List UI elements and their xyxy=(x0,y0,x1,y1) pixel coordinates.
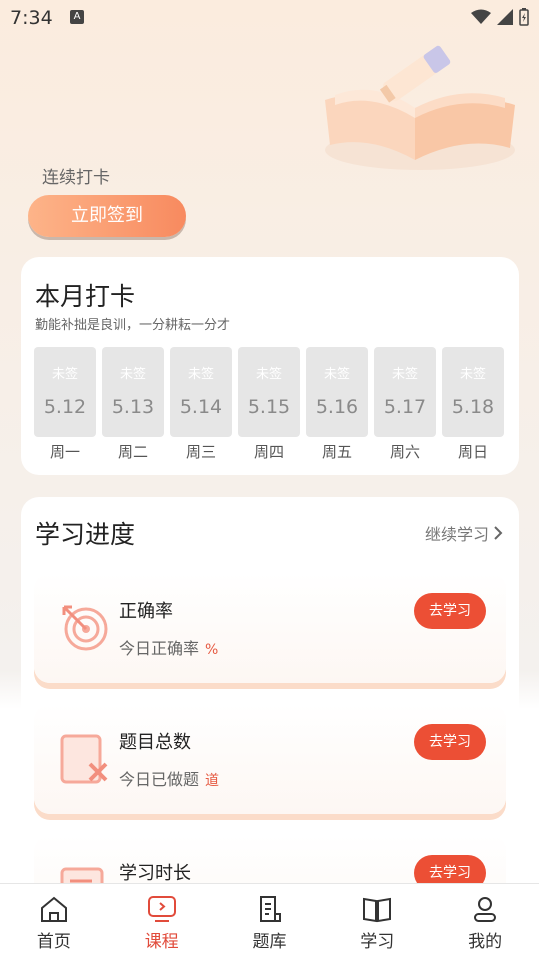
progress-item-accuracy: 正确率 今日正确率% 去学习 xyxy=(34,573,506,683)
progress-item-question-count: 题目总数 今日已做题道 去学习 xyxy=(34,704,506,814)
day-status: 未签 xyxy=(119,367,146,382)
tab-label: 我的 xyxy=(468,932,503,952)
study-progress-card: 学习进度 继续学习 正确率 今日正确率% 去学习 题目总数 今日已做题道 去学习… xyxy=(21,497,519,945)
checkin-motto: 勤能补拙是良训，一分耕耘一分才 xyxy=(35,318,231,333)
tab-home[interactable]: 首页 xyxy=(0,884,108,959)
item-unit: % xyxy=(205,642,219,658)
item-desc: 今日正确率% xyxy=(119,639,219,658)
signal-icon xyxy=(497,9,513,25)
target-icon xyxy=(62,605,108,651)
progress-title: 学习进度 xyxy=(35,520,136,549)
status-icons xyxy=(471,8,529,26)
notification-a-icon: A xyxy=(70,10,84,24)
day-weekday: 周日 xyxy=(457,443,488,461)
tab-label: 课程 xyxy=(144,932,179,952)
day-cell[interactable]: 未签 5.12 周一 xyxy=(34,347,96,462)
item-name: 学习时长 xyxy=(119,863,191,884)
status-time: 7:34 xyxy=(10,7,53,29)
chevron-right-icon xyxy=(494,526,503,540)
checkin-title: 本月打卡 xyxy=(35,282,136,311)
streak-label: 连续打卡 xyxy=(42,168,110,188)
tab-label: 题库 xyxy=(252,932,287,952)
profile-icon xyxy=(474,897,497,922)
item-desc: 今日已做题道 xyxy=(119,770,220,789)
day-status: 未签 xyxy=(391,367,418,382)
tab-profile[interactable]: 我的 xyxy=(431,884,539,959)
home-icon xyxy=(40,896,67,922)
course-icon xyxy=(147,896,176,922)
tab-course[interactable]: 课程 xyxy=(108,884,216,959)
day-date: 5.14 xyxy=(179,396,223,418)
tab-question-bank[interactable]: 题库 xyxy=(216,884,324,959)
day-cell[interactable]: 未签 5.13 周二 xyxy=(102,347,164,462)
day-cell[interactable]: 未签 5.16 周五 xyxy=(306,347,368,462)
book-pencil-illustration xyxy=(325,45,515,170)
day-date: 5.16 xyxy=(315,396,359,418)
tab-study[interactable]: 学习 xyxy=(323,884,431,959)
checkin-days: 未签 5.12 周一 未签 5.13 周二 未签 5.14 周三 未签 5.15 周四 … xyxy=(34,347,504,462)
status-bar: 7:34 A xyxy=(0,0,539,34)
day-weekday: 周五 xyxy=(321,443,352,461)
day-date: 5.12 xyxy=(43,396,87,418)
item-name: 题目总数 xyxy=(119,732,191,753)
day-weekday: 周二 xyxy=(117,443,148,461)
day-cell[interactable]: 未签 5.17 周六 xyxy=(374,347,436,462)
day-date: 5.17 xyxy=(383,396,427,418)
go-study-button[interactable]: 去学习 xyxy=(414,593,486,629)
item-name: 正确率 xyxy=(119,601,173,622)
book-icon xyxy=(363,897,392,923)
day-cell[interactable]: 未签 5.18 周日 xyxy=(442,347,504,462)
day-cell[interactable]: 未签 5.15 周四 xyxy=(238,347,300,462)
signin-button[interactable]: 立即签到 xyxy=(28,195,186,237)
wifi-icon xyxy=(471,9,491,24)
question-bank-icon xyxy=(260,896,282,922)
monthly-checkin-card: 本月打卡 勤能补拙是良训，一分耕耘一分才 未签 5.12 周一 未签 5.13 周二… xyxy=(21,257,519,475)
tab-label: 首页 xyxy=(36,932,71,952)
question-doc-icon xyxy=(60,734,108,784)
day-status: 未签 xyxy=(323,367,350,382)
day-status: 未签 xyxy=(187,367,214,382)
day-status: 未签 xyxy=(255,367,282,382)
day-weekday: 周一 xyxy=(49,443,80,461)
day-date: 5.13 xyxy=(111,396,155,418)
tab-label: 学习 xyxy=(360,932,395,952)
day-weekday: 周四 xyxy=(253,443,284,461)
day-date: 5.18 xyxy=(451,396,495,418)
day-status: 未签 xyxy=(459,367,486,382)
day-cell[interactable]: 未签 5.14 周三 xyxy=(170,347,232,462)
day-weekday: 周六 xyxy=(389,443,420,461)
day-weekday: 周三 xyxy=(185,443,216,461)
battery-icon xyxy=(519,8,529,26)
item-unit: 道 xyxy=(205,773,220,789)
continue-study-label: 继续学习 xyxy=(424,525,489,544)
bottom-nav: 首页 课程 题库 学习 我的 xyxy=(0,883,539,959)
go-study-button[interactable]: 去学习 xyxy=(414,724,486,760)
continue-study-link[interactable]: 继续学习 xyxy=(425,521,503,545)
day-date: 5.15 xyxy=(247,396,291,418)
day-status: 未签 xyxy=(51,367,78,382)
